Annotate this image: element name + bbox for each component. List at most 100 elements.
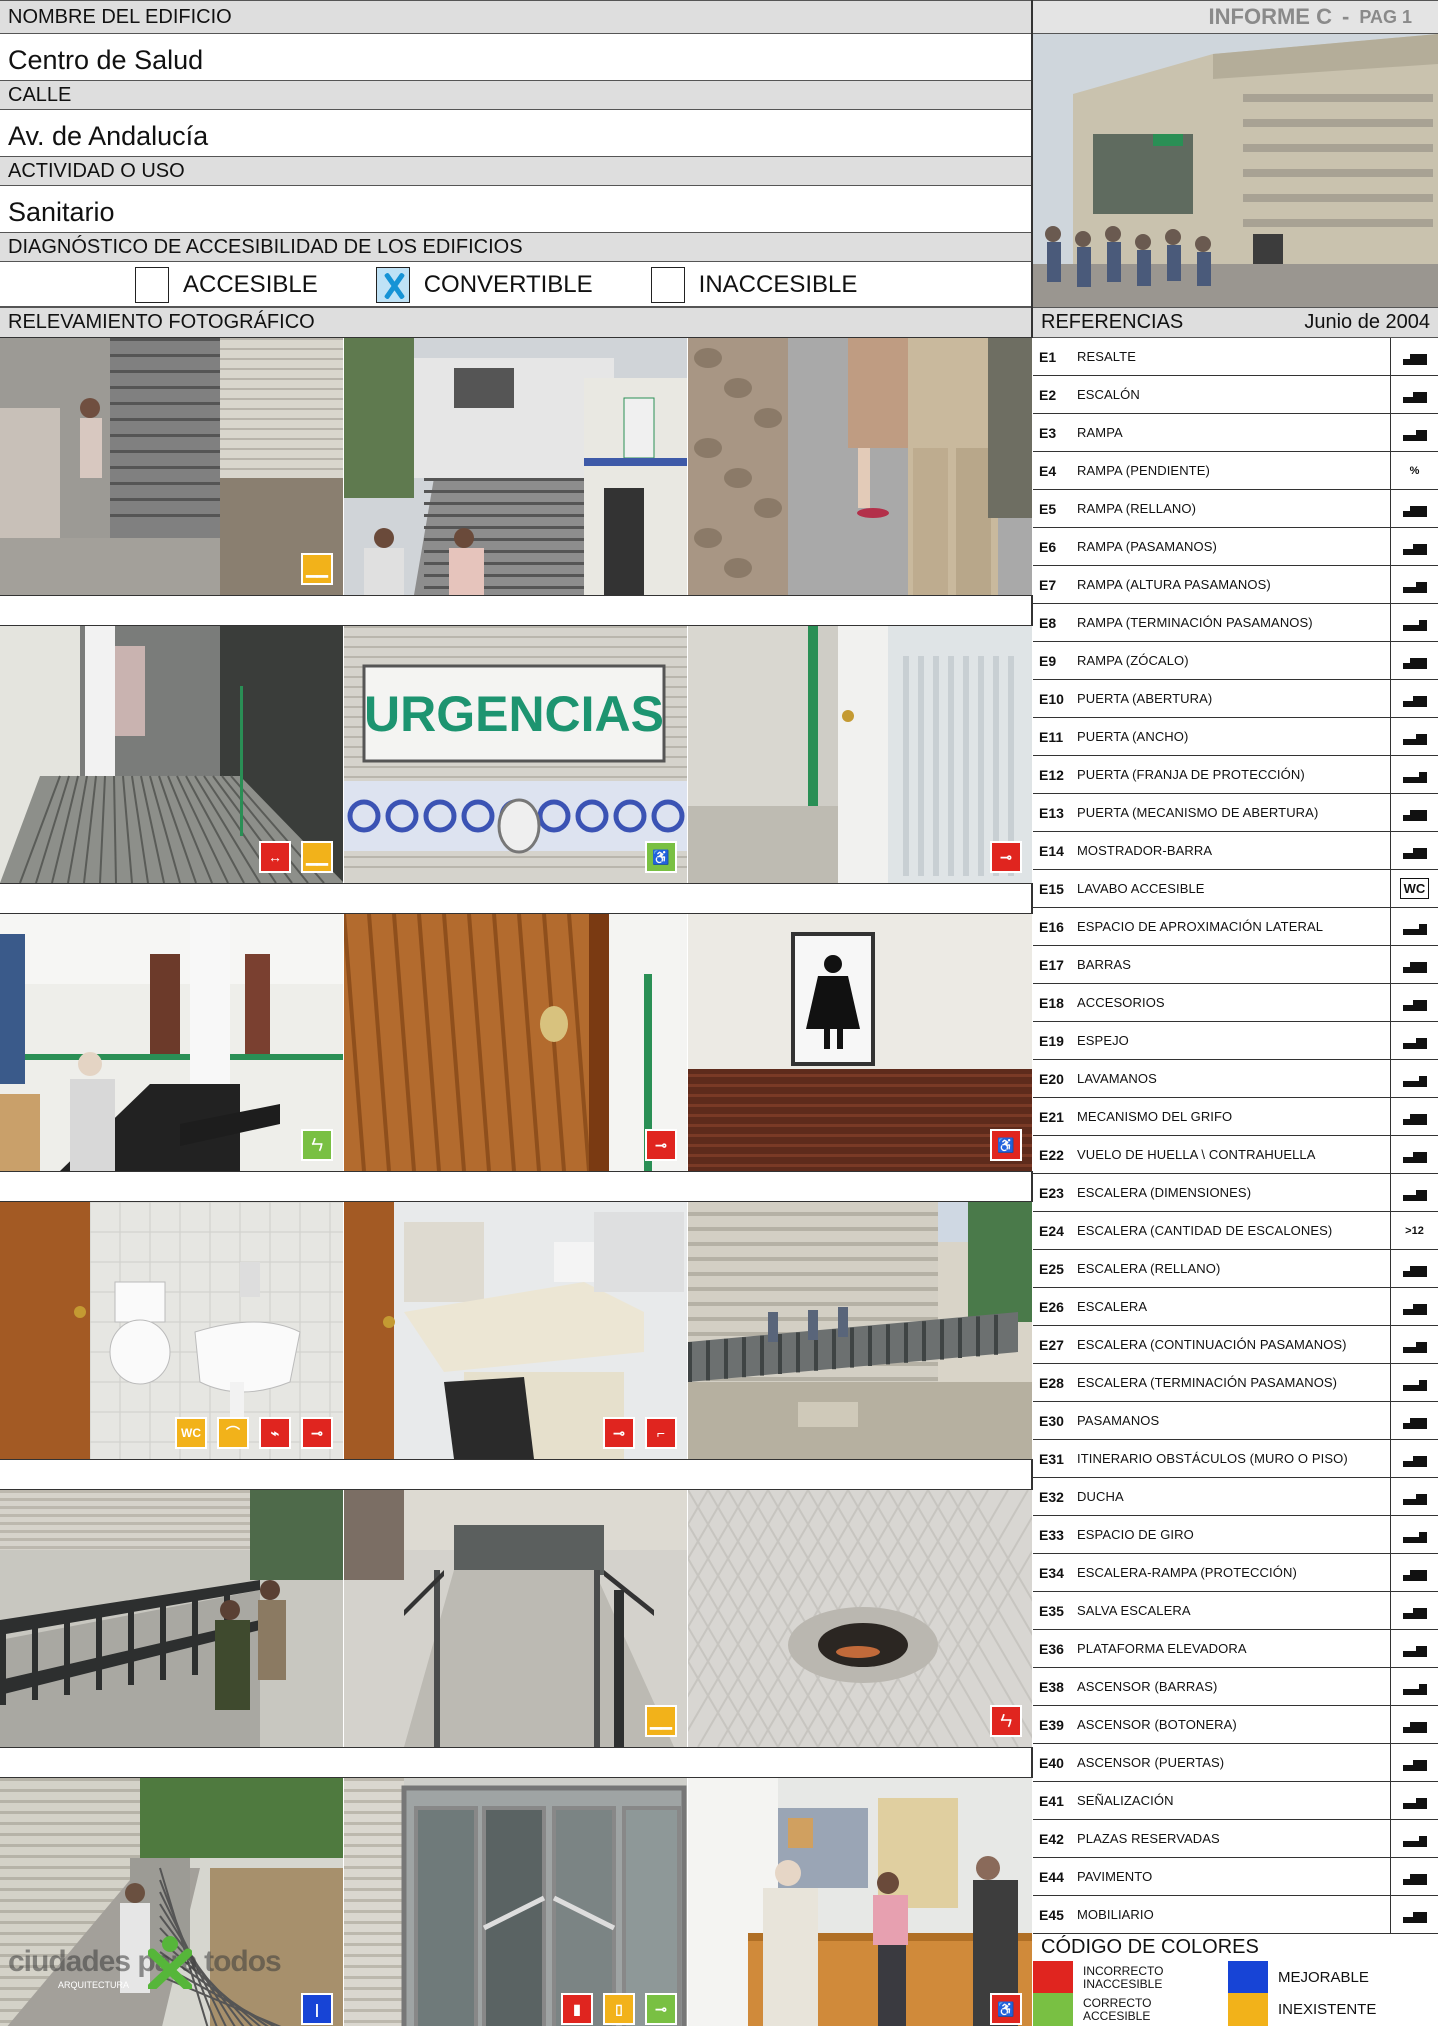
photo-door-knob: ⊸ bbox=[344, 914, 688, 1171]
reference-row: E22 VUELO DE HUELLA \ CONTRAHUELLA bbox=[1033, 1136, 1438, 1174]
checkbox-accesible[interactable] bbox=[135, 267, 169, 303]
badge-e30-icon: | bbox=[301, 1993, 333, 2025]
reference-label: ESCALERA (RELLANO) bbox=[1077, 1261, 1221, 1276]
logo-text: ciudades para todos bbox=[8, 1945, 282, 1978]
badge-e1-icon: ▁▁ bbox=[645, 1705, 677, 1737]
reference-row: E8 RAMPA (TERMINACIÓN PASAMANOS) bbox=[1033, 604, 1438, 642]
badge-e13-icon: ⊸ bbox=[603, 1417, 635, 1449]
reference-e27-icon bbox=[1390, 1326, 1438, 1363]
reference-code: E18 bbox=[1039, 994, 1064, 1011]
reference-label: DUCHA bbox=[1077, 1489, 1124, 1504]
reference-label: PASAMANOS bbox=[1077, 1413, 1160, 1428]
photo-ramp-railings bbox=[0, 1490, 344, 1747]
reference-row: E38 ASCENSOR (BARRAS) bbox=[1033, 1668, 1438, 1706]
checkbox-inaccesible[interactable] bbox=[650, 267, 685, 303]
reference-e11-icon bbox=[1390, 718, 1438, 755]
photo-row-border bbox=[0, 595, 1031, 596]
reference-label: PUERTA (ABERTURA) bbox=[1077, 691, 1213, 706]
reference-code: E35 bbox=[1039, 1602, 1064, 1619]
photo-badges: ▁▁ bbox=[645, 1705, 677, 1737]
reference-label: ESCALERA (CONTINUACIÓN PASAMANOS) bbox=[1077, 1337, 1347, 1352]
reference-label: LAVAMANOS bbox=[1077, 1071, 1157, 1086]
reference-e34-icon bbox=[1390, 1554, 1438, 1591]
photo-waiting-room: ㄣ bbox=[0, 914, 344, 1171]
photo-pavement-hole: ㄣ bbox=[688, 1490, 1033, 1747]
urgencias-sign-text: URGENCIAS bbox=[364, 686, 664, 742]
reference-code: E24 bbox=[1039, 1222, 1064, 1239]
reference-row: E26 ESCALERA bbox=[1033, 1288, 1438, 1326]
reference-code: E14 bbox=[1039, 842, 1064, 859]
reference-e13-icon bbox=[1390, 794, 1438, 831]
reference-e41-icon bbox=[1390, 1782, 1438, 1819]
badge-e10-icon: ▮ bbox=[561, 1993, 593, 2025]
street-label: CALLE bbox=[0, 80, 1033, 110]
checkbox-convertible[interactable] bbox=[375, 267, 410, 303]
reference-row: E7 RAMPA (ALTURA PASAMANOS) bbox=[1033, 566, 1438, 604]
logo-person-icon bbox=[147, 1935, 193, 1992]
building-name-value: Centro de Salud bbox=[0, 34, 1033, 80]
photo-badges: ▁▁ bbox=[301, 553, 333, 585]
reference-code: E39 bbox=[1039, 1716, 1064, 1733]
diagnosis-options: ACCESIBLE CONVERTIBLE INACCESIBLE bbox=[0, 262, 1033, 307]
reference-e28-icon bbox=[1390, 1364, 1438, 1401]
reference-e39-icon bbox=[1390, 1706, 1438, 1743]
reference-e19-icon bbox=[1390, 1022, 1438, 1059]
reference-row: E32 DUCHA bbox=[1033, 1478, 1438, 1516]
reference-e31-icon bbox=[1390, 1440, 1438, 1477]
reference-code: E28 bbox=[1039, 1374, 1064, 1391]
badge-e41-icon: ♿ bbox=[990, 1129, 1022, 1161]
photo-toilet: WC ⌒ ⌁ ⊸ bbox=[0, 1202, 344, 1459]
option-convertible[interactable]: CONVERTIBLE bbox=[375, 267, 593, 303]
reference-code: E36 bbox=[1039, 1640, 1064, 1657]
reference-label: MOSTRADOR-BARRA bbox=[1077, 843, 1213, 858]
reference-label: RAMPA bbox=[1077, 425, 1123, 440]
reference-row: E20 LAVAMANOS bbox=[1033, 1060, 1438, 1098]
reference-code: E11 bbox=[1039, 728, 1064, 745]
reference-row: E11 PUERTA (ANCHO) bbox=[1033, 718, 1438, 756]
reference-row: E30 PASAMANOS bbox=[1033, 1402, 1438, 1440]
street-value: Av. de Andalucía bbox=[0, 110, 1033, 156]
reference-row: E27 ESCALERA (CONTINUACIÓN PASAMANOS) bbox=[1033, 1326, 1438, 1364]
reference-row: E21 MECANISMO DEL GRIFO bbox=[1033, 1098, 1438, 1136]
reference-label: RAMPA (RELLANO) bbox=[1077, 501, 1197, 516]
building-name-label: NOMBRE DEL EDIFICIO bbox=[0, 0, 1033, 34]
reference-row: E34 ESCALERA-RAMPA (PROTECCIÓN) bbox=[1033, 1554, 1438, 1592]
reference-label: ESCALERA-RAMPA (PROTECCIÓN) bbox=[1077, 1565, 1297, 1580]
photo-row-border bbox=[0, 1777, 1031, 1778]
reference-label: ASCENSOR (BARRAS) bbox=[1077, 1679, 1218, 1694]
reference-e38-icon bbox=[1390, 1668, 1438, 1705]
reference-row: E31 ITINERARIO OBSTÁCULOS (MURO O PISO) bbox=[1033, 1440, 1438, 1478]
photo-badges: | bbox=[301, 1993, 333, 2025]
reference-code: E26 bbox=[1039, 1298, 1064, 1315]
reference-e1-icon bbox=[1390, 338, 1438, 375]
badge-e13-icon: ⊸ bbox=[301, 1417, 333, 1449]
option-accesible[interactable]: ACCESIBLE bbox=[135, 267, 318, 303]
reference-code: E1 bbox=[1039, 348, 1057, 365]
color-swatch bbox=[1228, 1993, 1268, 2026]
photo-row-border bbox=[0, 1171, 1031, 1172]
reference-e40-icon bbox=[1390, 1744, 1438, 1781]
reference-label: RESALTE bbox=[1077, 349, 1136, 364]
reference-label: RAMPA (PENDIENTE) bbox=[1077, 463, 1210, 478]
reference-e42-icon bbox=[1390, 1820, 1438, 1857]
reference-code: E32 bbox=[1039, 1488, 1064, 1505]
reference-label: RAMPA (TERMINACIÓN PASAMANOS) bbox=[1077, 615, 1313, 630]
reference-label: ASCENSOR (PUERTAS) bbox=[1077, 1755, 1225, 1770]
option-inaccesible[interactable]: INACCESIBLE bbox=[650, 267, 857, 303]
reference-code: E30 bbox=[1039, 1412, 1064, 1429]
reference-label: VUELO DE HUELLA \ CONTRAHUELLA bbox=[1077, 1147, 1316, 1162]
reference-row: E9 RAMPA (ZÓCALO) bbox=[1033, 642, 1438, 680]
badge-e5-icon: ↔ bbox=[259, 841, 291, 873]
reference-code: E19 bbox=[1039, 1032, 1064, 1049]
logo: ciudades para todos ARQUITECTURA bbox=[8, 1935, 282, 1995]
reference-label: MOBILIARIO bbox=[1077, 1907, 1154, 1922]
badge-e14-icon: ♿ bbox=[990, 1993, 1022, 2025]
photo-row-border bbox=[0, 883, 1031, 884]
reference-code: E16 bbox=[1039, 918, 1064, 935]
reference-row: E4 RAMPA (PENDIENTE)% bbox=[1033, 452, 1438, 490]
photo-badges: ♿ bbox=[990, 1993, 1022, 2025]
reference-label: LAVABO ACCESIBLE bbox=[1077, 881, 1205, 896]
badge-e45-icon: ⌐ bbox=[645, 1417, 677, 1449]
reference-row: E13 PUERTA (MECANISMO DE ABERTURA) bbox=[1033, 794, 1438, 832]
reference-label: ESCALERA (TERMINACIÓN PASAMANOS) bbox=[1077, 1375, 1338, 1390]
